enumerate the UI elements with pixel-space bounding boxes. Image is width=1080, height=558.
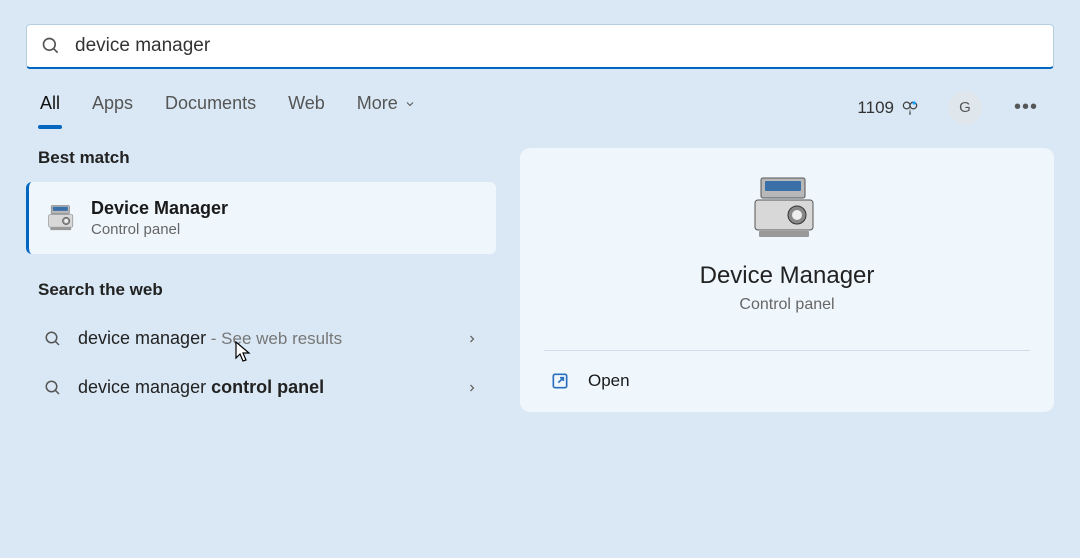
rewards-points: 1109 [857,98,894,118]
best-match-text: Device Manager Control panel [91,198,228,238]
device-manager-icon [47,204,77,232]
avatar[interactable]: G [948,91,982,125]
tab-apps-label: Apps [92,93,133,114]
web-result-2-text: device manager control panel [78,377,450,398]
rewards-counter[interactable]: 1109 [857,98,920,118]
avatar-initial: G [959,99,971,116]
best-match-heading: Best match [38,148,496,168]
tab-documents-label: Documents [165,93,256,114]
chevron-right-icon [466,382,478,394]
open-action[interactable]: Open [544,351,1030,411]
search-icon [44,330,62,348]
detail-pane: Device Manager Control panel Open [520,148,1054,412]
open-action-label: Open [588,371,630,391]
device-manager-icon-large [751,176,823,240]
tab-documents[interactable]: Documents [163,87,258,128]
search-icon [41,36,61,56]
filter-tabs: All Apps Documents Web More 1109 G ••• [0,69,1080,128]
overflow-menu-button[interactable]: ••• [1010,96,1042,119]
tab-web-label: Web [288,93,325,114]
search-icon [44,379,62,397]
web-result-1[interactable]: device manager - See web results [26,314,496,363]
chevron-right-icon [466,333,478,345]
search-input[interactable] [75,35,1039,57]
detail-title: Device Manager [700,262,875,290]
web-result-1-text: device manager - See web results [78,328,450,349]
tab-all-label: All [40,93,60,114]
search-bar[interactable] [26,24,1054,69]
best-match-title: Device Manager [91,198,228,219]
detail-subtitle: Control panel [739,296,834,314]
tab-all[interactable]: All [38,87,62,128]
results-left-column: Best match Device Manager Control panel … [26,148,496,412]
web-result-2[interactable]: device manager control panel [26,363,496,412]
tab-more[interactable]: More [355,87,418,128]
open-external-icon [550,371,570,391]
tab-more-label: More [357,93,398,114]
search-web-heading: Search the web [38,280,496,300]
results-area: Best match Device Manager Control panel … [0,128,1080,412]
best-match-item-device-manager[interactable]: Device Manager Control panel [26,182,496,254]
tab-web[interactable]: Web [286,87,327,128]
chevron-down-icon [404,98,416,110]
best-match-subtitle: Control panel [91,221,228,238]
tab-apps[interactable]: Apps [90,87,135,128]
rewards-icon [900,98,920,118]
